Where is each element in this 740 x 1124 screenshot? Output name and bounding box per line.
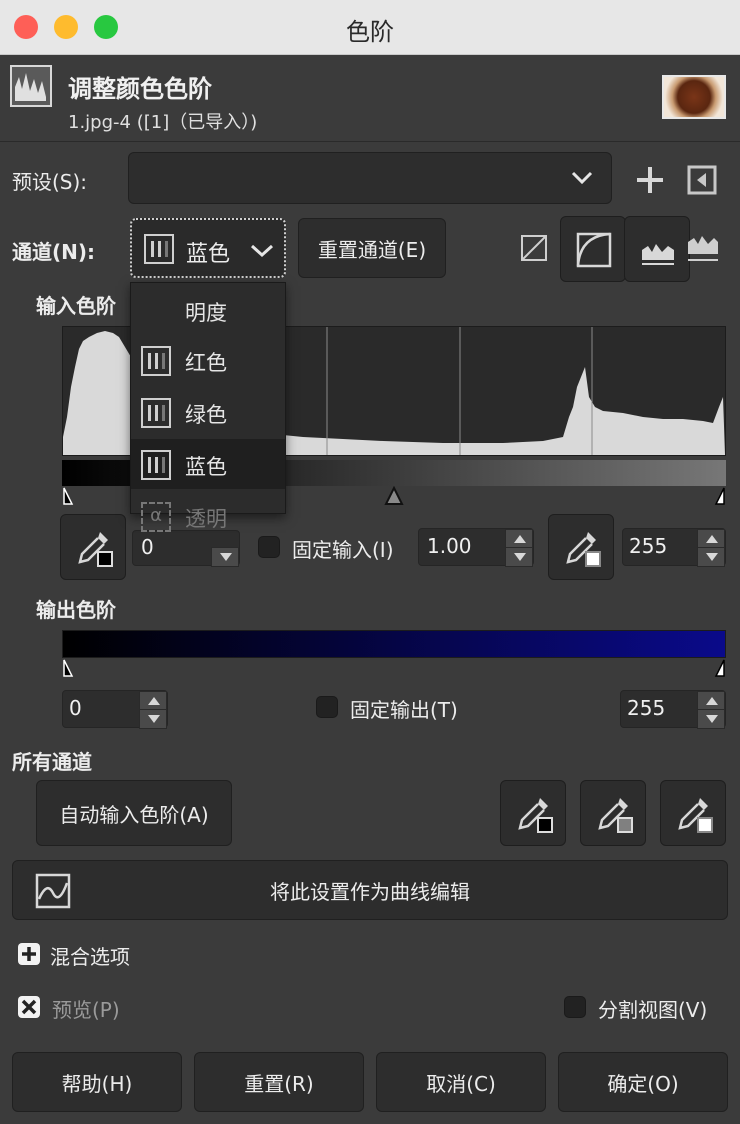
reset-channel-button[interactable]: 重置通道(E) [298, 218, 446, 278]
histogram-alt-icon[interactable] [686, 230, 720, 264]
curves-icon [35, 873, 71, 909]
lock-gamma-label: 固定输入(I) [292, 538, 394, 562]
pick-black-point-button[interactable] [60, 514, 126, 580]
channel-icon [144, 234, 174, 264]
eyedropper-icon [518, 798, 553, 833]
gamma-field[interactable]: 1.00 [418, 528, 534, 567]
input-low-decrement[interactable] [211, 547, 239, 567]
input-levels-label: 输入色阶 [36, 294, 116, 318]
output-low-decrement[interactable] [139, 709, 167, 729]
log-histogram-button[interactable] [560, 216, 626, 282]
channel-menu: 明度 红色 绿色 蓝色 α 透明 [130, 282, 286, 532]
reset-button[interactable]: 重置(R) [194, 1052, 364, 1112]
title-bar: 色阶 [0, 0, 740, 55]
auto-input-levels-button[interactable]: 自动输入色阶(A) [36, 780, 232, 846]
menu-item-value[interactable]: 明度 [131, 285, 285, 335]
input-high-field[interactable]: 255 [622, 528, 726, 567]
channel-selected: 蓝色 [186, 242, 231, 267]
dialog-title: 调整颜色色阶 [68, 75, 212, 103]
gamma-increment[interactable] [505, 529, 533, 549]
preview-label: 预览(P) [52, 998, 120, 1022]
eyedropper-icon [566, 532, 601, 567]
output-low-value: 0 [69, 696, 82, 720]
split-view-label: 分割视图(V) [598, 998, 708, 1022]
expand-plus-icon[interactable] [18, 943, 40, 965]
pick-white-point-button[interactable] [548, 514, 614, 580]
pick-gray-all-button[interactable] [580, 780, 646, 846]
input-high-decrement[interactable] [697, 547, 725, 567]
gamma-value: 1.00 [427, 534, 472, 558]
output-high-value: 255 [627, 696, 666, 720]
gamma-decrement[interactable] [505, 547, 533, 567]
channel-combo[interactable]: 蓝色 [130, 218, 286, 278]
edit-as-curves-label: 将此设置作为曲线编辑 [270, 879, 470, 904]
output-gradient [62, 630, 726, 658]
presets-label: 预设(S): [12, 170, 88, 194]
image-name: 1.jpg-4 ([1]（已导入）) [68, 112, 258, 133]
eyedropper-icon [78, 532, 113, 567]
eyedropper-icon [678, 798, 713, 833]
lock-output-checkbox[interactable] [316, 696, 338, 718]
chevron-down-icon [571, 171, 593, 185]
green-channel-icon [141, 398, 171, 428]
red-channel-icon [141, 346, 171, 376]
menu-item-red[interactable]: 红色 [131, 335, 285, 385]
histogram-view-button[interactable] [624, 216, 690, 282]
dialog-header: 调整颜色色阶 1.jpg-4 ([1]（已导入）) [0, 55, 740, 142]
eyedropper-icon [598, 798, 633, 833]
menu-item-blue[interactable]: 蓝色 [131, 439, 285, 489]
all-channels-label: 所有通道 [12, 750, 92, 774]
menu-item-alpha: α 透明 [131, 491, 285, 541]
add-preset-icon[interactable] [634, 164, 666, 196]
window-title: 色阶 [346, 18, 394, 46]
pick-black-all-button[interactable] [500, 780, 566, 846]
output-low-increment[interactable] [139, 691, 167, 711]
output-high-decrement[interactable] [697, 709, 725, 729]
output-high-field[interactable]: 255 [620, 690, 726, 729]
split-view-checkbox[interactable] [564, 996, 586, 1018]
presets-combo[interactable] [128, 152, 612, 204]
output-slider-track[interactable] [62, 658, 726, 678]
input-high-increment[interactable] [697, 529, 725, 549]
channel-label: 通道(N): [12, 240, 96, 264]
blend-options-label[interactable]: 混合选项 [50, 941, 130, 970]
menu-item-green[interactable]: 绿色 [131, 387, 285, 437]
cancel-button[interactable]: 取消(C) [376, 1052, 546, 1112]
edit-as-curves-button[interactable]: 将此设置作为曲线编辑 [12, 860, 728, 920]
image-thumbnail [662, 75, 726, 119]
preset-menu-icon[interactable] [686, 164, 718, 196]
input-high-value: 255 [629, 534, 668, 558]
alpha-channel-icon: α [141, 502, 171, 532]
pick-white-all-button[interactable] [660, 780, 726, 846]
preview-checkbox[interactable] [18, 996, 40, 1018]
help-button[interactable]: 帮助(H) [12, 1052, 182, 1112]
chevron-down-icon [250, 244, 274, 258]
linear-histogram-icon[interactable] [520, 234, 548, 262]
lock-output-label: 固定输出(T) [350, 698, 458, 722]
output-low-field[interactable]: 0 [62, 690, 168, 729]
output-high-increment[interactable] [697, 691, 725, 711]
blue-channel-icon [141, 450, 171, 480]
ok-button[interactable]: 确定(O) [558, 1052, 728, 1112]
output-levels-label: 输出色阶 [36, 598, 116, 622]
levels-icon [10, 65, 52, 107]
